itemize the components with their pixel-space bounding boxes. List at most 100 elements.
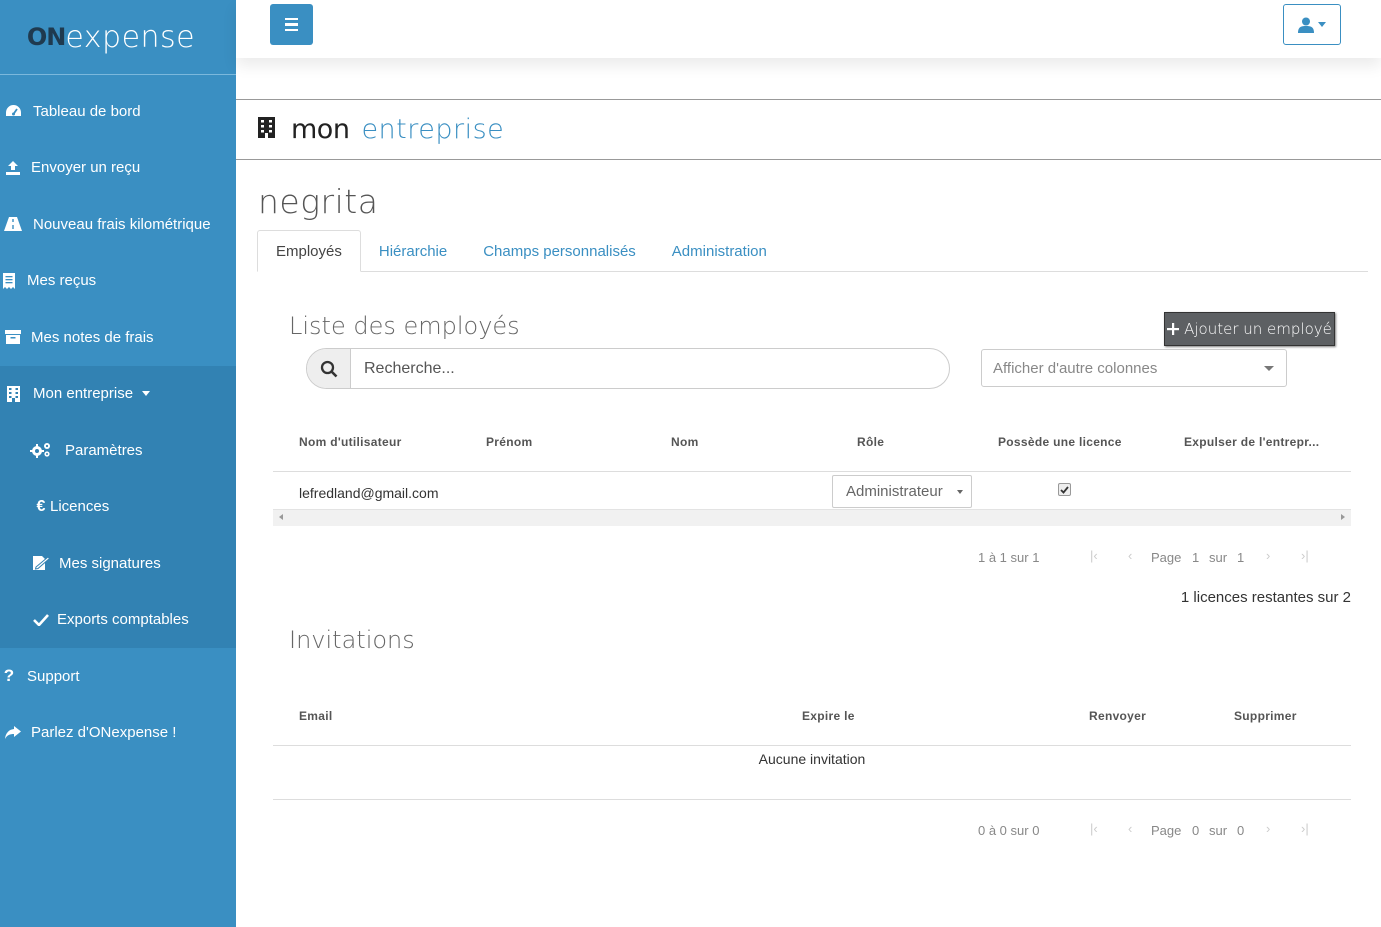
sidebar: ON expense Tableau de bord Envoyer un reç… <box>0 0 236 927</box>
tab-administration[interactable]: Administration <box>654 230 785 272</box>
archive-icon <box>0 330 28 345</box>
column-header[interactable]: Prénom <box>486 435 532 449</box>
first-page-icon[interactable]: |‹ <box>1090 821 1098 836</box>
page-title-part1: mon <box>291 114 350 145</box>
pager-page-number: 1 <box>1192 550 1200 565</box>
sidebar-item-mon-entreprise[interactable]: Mon entreprise <box>0 365 236 422</box>
pager-page-label: Page <box>1151 550 1182 565</box>
sidebar-item-label: Nouveau frais kilométrique <box>33 215 211 233</box>
sidebar-item-label: Mes notes de frais <box>31 328 154 346</box>
user-menu-button[interactable] <box>1283 4 1341 45</box>
column-header[interactable]: Nom <box>671 435 699 449</box>
receipt-icon <box>0 272 20 289</box>
first-page-icon[interactable]: |‹ <box>1090 548 1098 563</box>
chevron-down-icon <box>1318 22 1326 27</box>
sidebar-item-label: Support <box>27 667 80 685</box>
column-header[interactable]: Rôle <box>857 435 884 449</box>
prev-page-icon[interactable]: ‹ <box>1128 548 1132 563</box>
next-page-icon[interactable]: › <box>1266 548 1270 563</box>
sidebar-nav: Tableau de bord Envoyer un reçu Nouveau … <box>0 83 236 761</box>
hamburger-icon <box>285 17 298 21</box>
column-header[interactable]: Expire le <box>802 709 855 723</box>
column-header[interactable]: Possède une licence <box>998 435 1122 449</box>
last-page-icon[interactable]: ›| <box>1301 548 1309 563</box>
question-icon: ? <box>3 666 15 686</box>
divider <box>273 471 1351 472</box>
sidebar-item-envoyer-recu[interactable]: Envoyer un reçu <box>0 140 236 197</box>
sidebar-item-label: Mes signatures <box>59 554 161 572</box>
sidebar-item-tableau-de-bord[interactable]: Tableau de bord <box>0 83 236 140</box>
tabs: Employés Hiérarchie Champs personnalisés… <box>257 230 1368 272</box>
chevron-down-icon <box>957 490 963 494</box>
licenses-remaining: 1 licences restantes sur 2 <box>1180 589 1351 606</box>
logo-expense: expense <box>65 19 196 55</box>
app-logo[interactable]: ON expense <box>0 0 236 75</box>
invitations-empty-text: Aucune invitation <box>758 751 866 767</box>
user-icon <box>1298 17 1314 33</box>
tab-champs-personnalises[interactable]: Champs personnalisés <box>465 230 654 272</box>
check-icon <box>1060 485 1069 494</box>
sidebar-item-label: Envoyer un reçu <box>31 159 141 177</box>
scroll-left-icon[interactable] <box>279 514 283 520</box>
column-header[interactable]: Email <box>299 709 333 723</box>
divider <box>273 745 1351 746</box>
add-employee-label: Ajouter un employé <box>1184 320 1332 338</box>
sidebar-item-parlez[interactable]: Parlez d'ONexpense ! <box>0 705 236 762</box>
sidebar-item-mes-signatures[interactable]: Mes signatures <box>0 535 236 592</box>
sidebar-item-licences[interactable]: € Licences <box>0 478 236 535</box>
check-icon <box>26 613 56 627</box>
signature-icon <box>26 555 56 571</box>
menu-toggle-button[interactable] <box>270 4 313 45</box>
sidebar-item-nouveau-frais-km[interactable]: Nouveau frais kilométrique <box>0 196 236 253</box>
search-input[interactable] <box>351 349 949 388</box>
role-select[interactable]: Administrateur <box>832 475 972 508</box>
tab-employes[interactable]: Employés <box>257 230 361 272</box>
upload-icon <box>0 160 28 176</box>
license-checkbox[interactable] <box>1058 483 1071 496</box>
chevron-down-icon <box>142 391 151 397</box>
dashboard-icon <box>0 104 28 119</box>
pager-range: 1 à 1 sur 1 <box>978 550 1040 565</box>
pager-range: 0 à 0 sur 0 <box>978 823 1040 838</box>
sidebar-item-parametres[interactable]: Paramètres <box>0 422 236 479</box>
horizontal-scrollbar[interactable] <box>273 509 1351 526</box>
top-bar <box>236 0 1381 58</box>
sidebar-item-label: Tableau de bord <box>33 102 141 120</box>
sidebar-item-label: Licences <box>50 498 110 516</box>
divider <box>273 799 1351 800</box>
sidebar-item-support[interactable]: ? Support <box>0 648 236 705</box>
search-icon[interactable] <box>307 349 351 388</box>
tab-hierarchie[interactable]: Hiérarchie <box>361 230 465 272</box>
employees-title: Liste des employés <box>289 312 520 340</box>
column-header[interactable]: Expulser de l'entrepr... <box>1184 435 1319 449</box>
last-page-icon[interactable]: ›| <box>1301 821 1309 836</box>
role-select-value: Administrateur <box>846 483 943 500</box>
sidebar-item-label: Paramètres <box>65 441 143 459</box>
sidebar-item-mes-notes-de-frais[interactable]: Mes notes de frais <box>0 309 236 366</box>
page-title-part2: entreprise <box>361 114 505 145</box>
prev-page-icon[interactable]: ‹ <box>1128 821 1132 836</box>
column-header[interactable]: Renvoyer <box>1089 709 1146 723</box>
pager-page-number: 0 <box>1192 823 1200 838</box>
building-icon <box>0 385 28 402</box>
logo-on: ON <box>26 23 66 51</box>
sidebar-item-label: Mes reçus <box>27 272 97 290</box>
username-cell: lefredland@gmail.com <box>299 485 439 501</box>
scroll-right-icon[interactable] <box>1341 514 1345 520</box>
column-header[interactable]: Nom d'utilisateur <box>299 435 402 449</box>
column-header[interactable]: Supprimer <box>1234 709 1297 723</box>
company-name: negrita <box>258 182 379 221</box>
pager-page-label: Page <box>1151 823 1182 838</box>
invitations-title: Invitations <box>289 626 415 654</box>
columns-select[interactable]: Afficher d'autre colonnes <box>981 349 1287 387</box>
next-page-icon[interactable]: › <box>1266 821 1270 836</box>
sidebar-item-exports-comptables[interactable]: Exports comptables <box>0 591 236 648</box>
add-employee-button[interactable]: Ajouter un employé <box>1164 312 1335 346</box>
sidebar-item-mes-recus[interactable]: Mes reçus <box>0 253 236 310</box>
road-icon <box>0 217 28 232</box>
pager-of-label: sur <box>1209 823 1228 838</box>
sidebar-item-label: Exports comptables <box>57 611 189 629</box>
pager-of-label: sur <box>1209 550 1228 565</box>
share-icon <box>0 726 28 740</box>
chevron-down-icon <box>1264 366 1274 371</box>
